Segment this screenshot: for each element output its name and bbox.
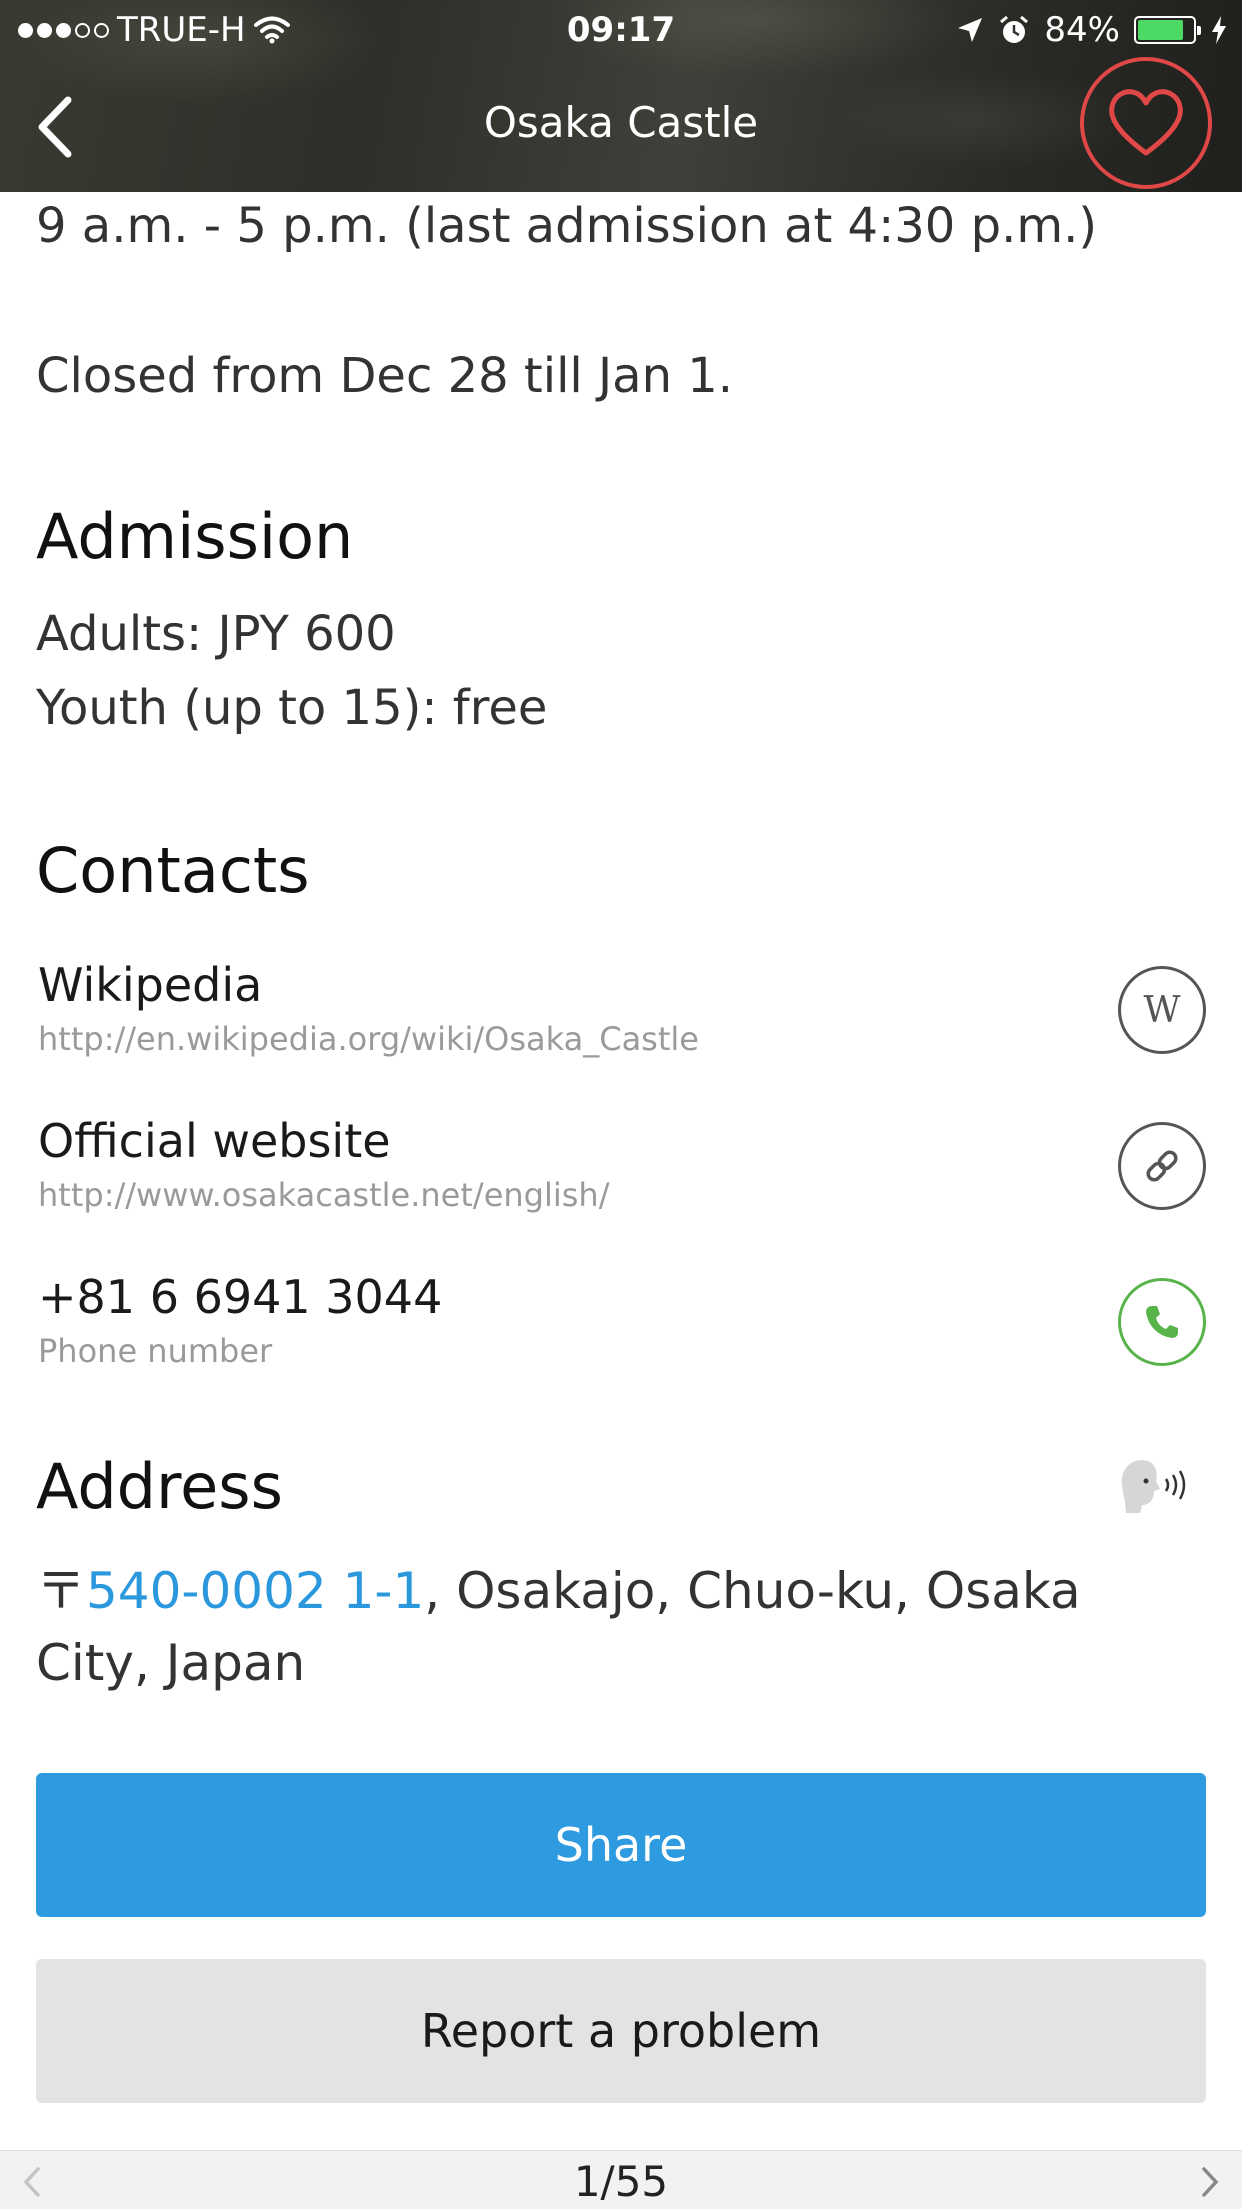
admission-youth: Youth (up to 15): free	[36, 680, 548, 736]
phone-icon	[1146, 1306, 1178, 1338]
status-bar: TRUE-H 09:17 84%	[0, 0, 1242, 60]
website-button[interactable]	[1118, 1122, 1206, 1210]
contacts-heading: Contacts	[36, 834, 310, 907]
wikipedia-icon: W	[1143, 990, 1180, 1030]
svg-text:W: W	[1143, 990, 1180, 1030]
battery-percentage: 84%	[1044, 10, 1120, 50]
address-link[interactable]: 540-0002 1-1	[86, 1562, 424, 1620]
share-button[interactable]: Share	[36, 1773, 1206, 1917]
pager-bar: 1/55	[0, 2150, 1242, 2209]
speak-icon[interactable]	[1112, 1455, 1192, 1515]
battery-icon	[1134, 16, 1201, 44]
report-problem-button[interactable]: Report a problem	[36, 1959, 1206, 2103]
call-button[interactable]	[1118, 1278, 1206, 1366]
contact-wikipedia[interactable]: Wikipedia http://en.wikipedia.org/wiki/O…	[38, 958, 1206, 1088]
wikipedia-button[interactable]: W	[1118, 966, 1206, 1054]
closed-dates: Closed from Dec 28 till Jan 1.	[36, 348, 734, 404]
phone-caption: Phone number	[38, 1332, 273, 1370]
contact-phone[interactable]: +81 6 6941 3044 Phone number	[38, 1270, 1206, 1400]
battery-fill	[1138, 20, 1184, 40]
heart-icon	[1109, 89, 1183, 156]
pager-count: 1/55	[573, 2157, 669, 2206]
link-icon	[1146, 1150, 1178, 1182]
chevron-right-icon[interactable]	[1194, 2165, 1224, 2199]
favorite-button[interactable]	[1080, 57, 1212, 189]
phone-number: +81 6 6941 3044	[38, 1270, 443, 1324]
contact-url: http://en.wikipedia.org/wiki/Osaka_Castl…	[38, 1020, 699, 1058]
location-arrow-icon	[958, 18, 983, 42]
address-heading: Address	[36, 1450, 283, 1523]
status-right: 84%	[956, 10, 1228, 50]
contact-label: Wikipedia	[38, 958, 263, 1012]
page-title: Osaka Castle	[483, 98, 759, 147]
alarm-icon	[1000, 15, 1029, 43]
contact-label: Official website	[38, 1114, 391, 1168]
opening-hours: 9 a.m. - 5 p.m. (last admission at 4:30 …	[36, 198, 1098, 254]
admission-heading: Admission	[36, 500, 354, 573]
admission-adults: Adults: JPY 600	[36, 606, 396, 662]
address-text: 〒540-0002 1-1, Osakajo, Chuo-ku, Osaka C…	[36, 1555, 1206, 1699]
contact-url: http://www.osakacastle.net/english/	[38, 1176, 610, 1214]
contact-website[interactable]: Official website http://www.osakacastle.…	[38, 1114, 1206, 1244]
charging-bolt-icon	[1212, 16, 1226, 44]
header: TRUE-H 09:17 84% Osaka Castle	[0, 0, 1242, 192]
postal-mark: 〒	[36, 1562, 86, 1620]
